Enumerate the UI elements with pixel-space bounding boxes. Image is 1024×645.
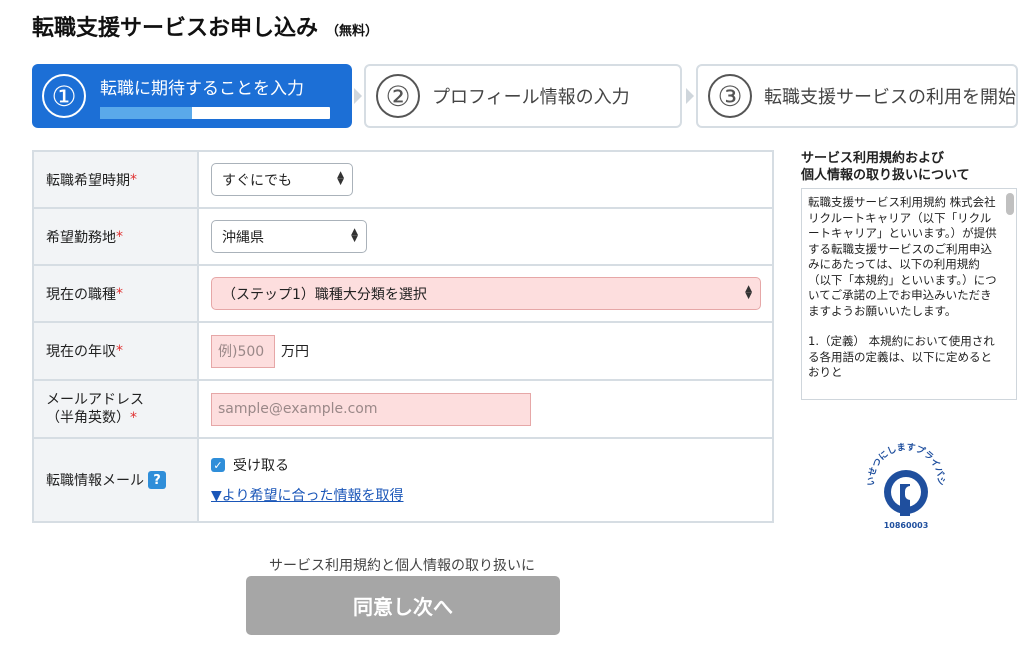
step-arrow-icon	[354, 88, 362, 104]
help-icon[interactable]: ?	[148, 471, 166, 489]
select-caret-icon: ▲ ▼	[337, 170, 344, 187]
step-3-label: 転職支援サービスの利用を開始	[764, 87, 1016, 108]
email-label-line2: （半角英数）	[46, 410, 130, 426]
required-mark: *	[130, 171, 137, 188]
timing-select[interactable]: すぐにでも ▲ ▼	[211, 163, 353, 196]
application-form: 転職希望時期 * すぐにでも ▲ ▼ 希望勤務地 * 沖縄県 ▲ ▼ 現在の職種 * （ス…	[32, 150, 774, 523]
terms-scrollbar[interactable]	[1006, 193, 1014, 215]
income-unit: 万円	[281, 344, 309, 360]
email-label-line1: メールアドレス	[46, 392, 144, 408]
step-3: ③ 転職支援サービスの利用を開始	[696, 64, 1018, 128]
terms-title-line2: 個人情報の取り扱いについて	[801, 168, 970, 183]
privacy-mark-logo: たいせつにしますプライバシー 10860003	[866, 442, 946, 530]
income-input[interactable]: 例)500	[211, 334, 275, 368]
select-caret-icon: ▲ ▼	[745, 284, 752, 301]
free-label: （無料）	[326, 24, 379, 39]
form-row-location: 希望勤務地 * 沖縄県 ▲ ▼	[34, 209, 772, 266]
newsletter-label-text: 転職情報メール	[46, 473, 144, 489]
terms-paragraph: 1.（定義） 本規約において使用される各用語の定義は、以下に定めるとおりと	[808, 334, 995, 379]
step-2-number: ②	[376, 74, 420, 118]
agree-text: サービス利用規約と個人情報の取り扱いに	[269, 558, 535, 574]
timing-label-text: 転職希望時期	[46, 172, 130, 189]
form-row-timing: 転職希望時期 * すぐにでも ▲ ▼	[34, 152, 772, 209]
step-indicator: ① 転職に期待することを入力 ② プロフィール情報の入力 ③ 転職支援サービスの…	[32, 64, 1018, 128]
required-mark: *	[116, 343, 123, 359]
email-placeholder: sample@example.com	[218, 401, 378, 417]
newsletter-label: 転職情報メール ?	[34, 439, 199, 521]
location-label: 希望勤務地 *	[34, 209, 199, 264]
location-select-value: 沖縄県	[222, 229, 264, 246]
terms-title-line1: サービス利用規約および	[801, 151, 945, 166]
form-row-newsletter: 転職情報メール ? ✓ 受け取る ▼より希望に合った情報を取得	[34, 439, 772, 521]
step-progress-fill	[100, 106, 192, 119]
step-3-number: ③	[708, 74, 752, 118]
step-1: ① 転職に期待することを入力	[32, 64, 352, 128]
occupation-select-value: （ステップ1）職種大分類を選択	[222, 286, 427, 303]
form-row-email: メールアドレス （半角英数）* sample@example.com	[34, 381, 772, 439]
timing-label: 転職希望時期 *	[34, 152, 199, 207]
privacy-mark-number: 10860003	[884, 521, 929, 530]
step-arrow-icon	[686, 88, 694, 104]
occupation-label-text: 現在の職種	[46, 286, 116, 303]
page-title: 転職支援サービスお申し込み （無料）	[32, 10, 378, 42]
location-label-text: 希望勤務地	[46, 229, 116, 246]
newsletter-checkbox-row[interactable]: ✓ 受け取る	[211, 455, 289, 475]
more-info-link[interactable]: ▼より希望に合った情報を取得	[211, 485, 404, 505]
email-input[interactable]: sample@example.com	[211, 392, 531, 426]
agree-next-button[interactable]: 同意し次へ	[246, 576, 560, 635]
required-mark: *	[116, 285, 123, 302]
step-2-label: プロフィール情報の入力	[432, 87, 630, 108]
form-row-income: 現在の年収 * 例)500 万円	[34, 323, 772, 381]
location-select[interactable]: 沖縄県 ▲ ▼	[211, 220, 367, 253]
income-label-text: 現在の年収	[46, 344, 116, 360]
required-mark: *	[116, 228, 123, 245]
page-title-text: 転職支援サービスお申し込み	[32, 16, 319, 41]
step-progress-bar	[100, 106, 330, 119]
occupation-label: 現在の職種 *	[34, 266, 199, 321]
email-label: メールアドレス （半角英数）*	[34, 381, 199, 437]
terms-scroll-box[interactable]: 転職支援サービス利用規約 株式会社リクルートキャリア（以下「リクルートキャリア」…	[801, 188, 1017, 400]
terms-paragraph: 転職支援サービス利用規約 株式会社リクルートキャリア（以下「リクルートキャリア」…	[808, 195, 997, 318]
required-mark: *	[130, 410, 137, 426]
income-label: 現在の年収 *	[34, 323, 199, 379]
income-placeholder: 例)500	[218, 344, 265, 360]
occupation-select[interactable]: （ステップ1）職種大分類を選択 ▲ ▼	[211, 277, 761, 310]
timing-select-value: すぐにでも	[222, 172, 292, 189]
newsletter-checkbox-label: 受け取る	[233, 458, 289, 474]
step-1-label: 転職に期待することを入力	[100, 78, 304, 99]
terms-text: 転職支援サービス利用規約 株式会社リクルートキャリア（以下「リクルートキャリア」…	[808, 195, 1002, 396]
terms-title: サービス利用規約および 個人情報の取り扱いについて	[801, 150, 1011, 184]
form-row-occupation: 現在の職種 * （ステップ1）職種大分類を選択 ▲ ▼	[34, 266, 772, 323]
step-2: ② プロフィール情報の入力	[364, 64, 682, 128]
step-1-number: ①	[42, 74, 86, 118]
newsletter-checkbox[interactable]: ✓	[211, 458, 225, 472]
select-caret-icon: ▲ ▼	[351, 227, 358, 244]
